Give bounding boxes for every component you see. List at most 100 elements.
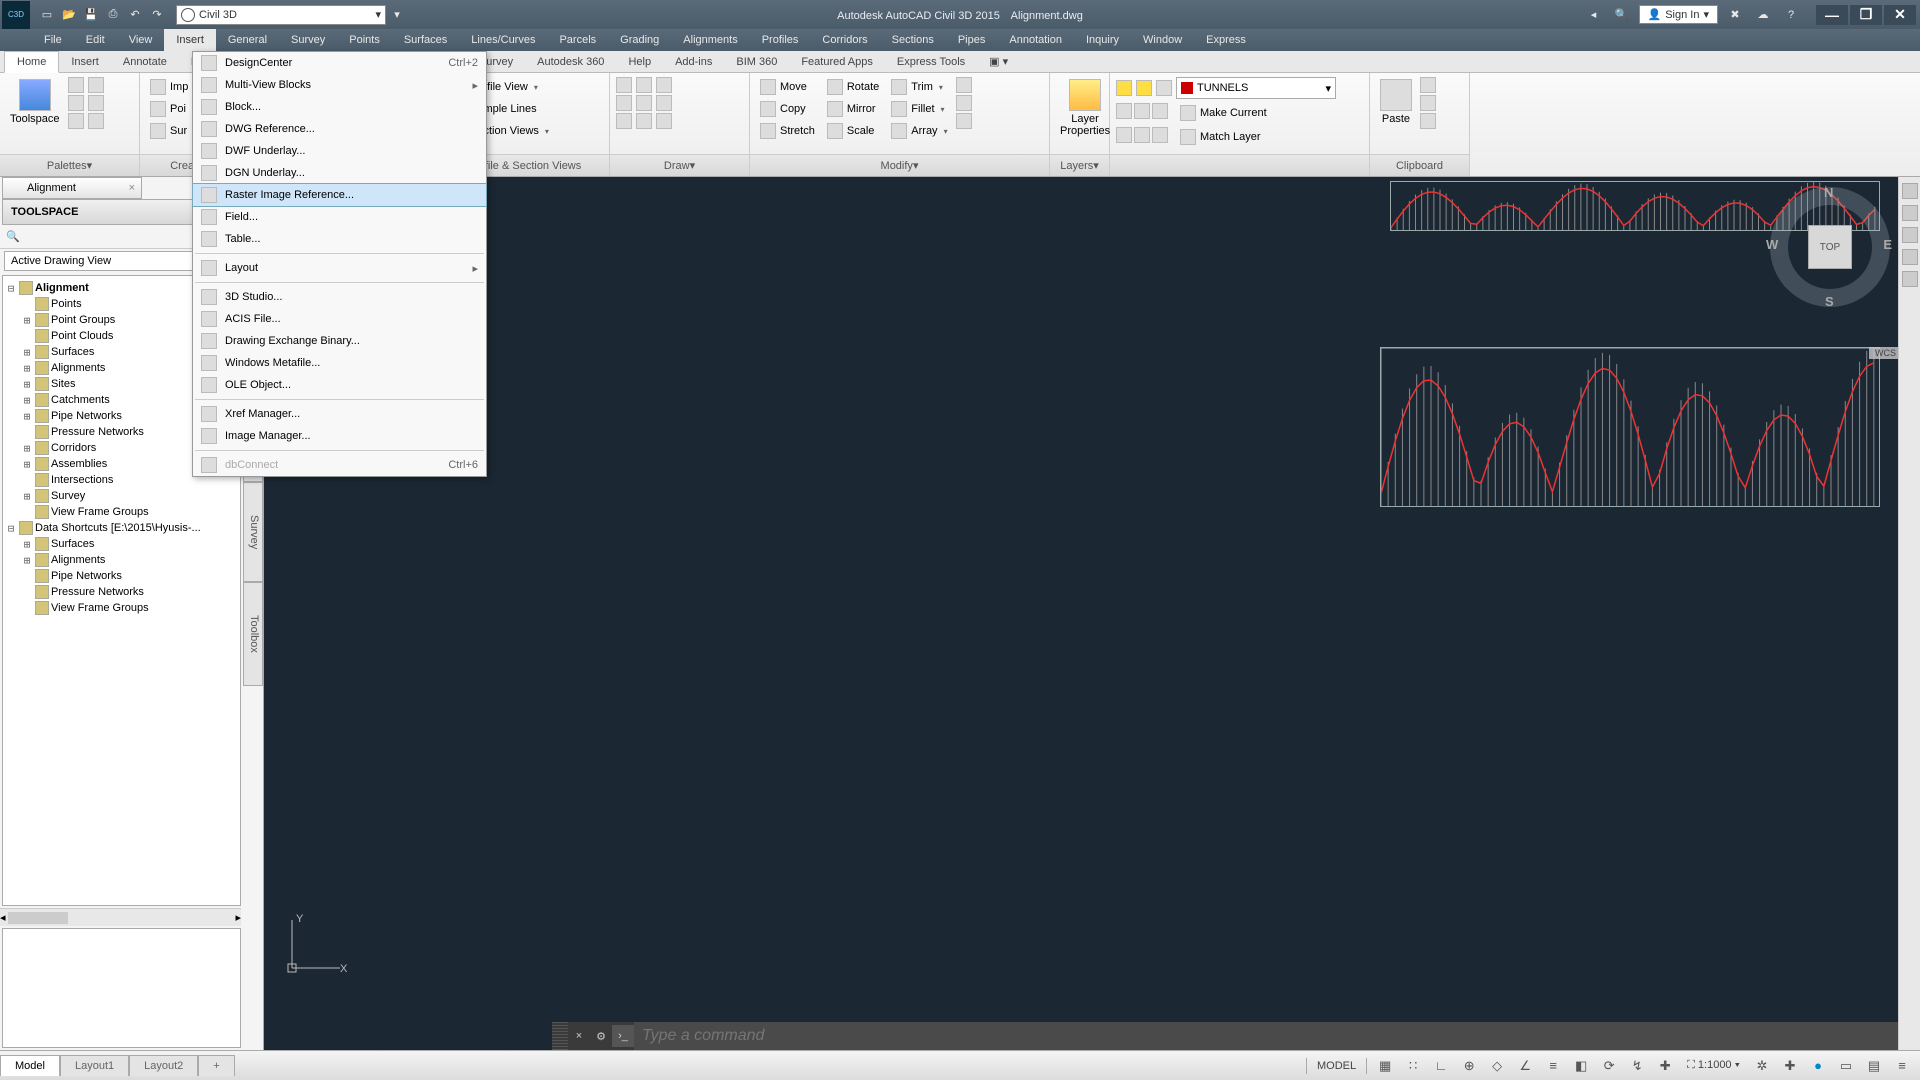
viewcube[interactable]: TOP N S E W — [1770, 187, 1890, 307]
menu-alignments[interactable]: Alignments — [671, 29, 749, 51]
menu-item-layout[interactable]: Layout▸ — [193, 257, 486, 279]
lineweight-icon[interactable]: ≡ — [1543, 1056, 1563, 1076]
hatch-icon[interactable] — [656, 95, 672, 111]
viewcube-n[interactable]: N — [1824, 185, 1833, 200]
toolspace-button[interactable]: Toolspace — [6, 77, 64, 127]
move-button[interactable]: Move — [756, 77, 819, 97]
menu-item-imagemanager[interactable]: Image Manager... — [193, 425, 486, 447]
array-button[interactable]: Array▾ — [887, 121, 951, 141]
menu-surfaces[interactable]: Surfaces — [392, 29, 459, 51]
cmd-config-icon[interactable]: ⚙ — [590, 1025, 612, 1047]
expand-icon[interactable]: ⊟ — [5, 282, 17, 295]
annotation-scale[interactable]: ⛶ 1:1000 ▾ — [1683, 1059, 1744, 1072]
tree-node[interactable]: ⊟Data Shortcuts [E:\2015\Hyusis-... — [5, 520, 238, 536]
close-button[interactable]: ✕ — [1884, 5, 1916, 25]
menu-sections[interactable]: Sections — [880, 29, 946, 51]
match-props-icon[interactable] — [1420, 113, 1436, 129]
menu-item-xrefmanager[interactable]: Xref Manager... — [193, 403, 486, 425]
expand-icon[interactable]: ⊞ — [21, 490, 33, 503]
menu-points[interactable]: Points — [337, 29, 392, 51]
ribbon-tab-insert[interactable]: Insert — [59, 51, 111, 72]
menu-file[interactable]: File — [32, 29, 74, 51]
offset-icon[interactable] — [956, 113, 972, 129]
ellipse-icon[interactable] — [636, 113, 652, 129]
showmotion-icon[interactable] — [1902, 271, 1918, 287]
toolspace-search-icon[interactable]: 🔍 — [6, 230, 20, 243]
create-importsurveydata-button[interactable]: Imp — [146, 77, 192, 97]
tab-survey[interactable]: Survey — [243, 482, 263, 582]
ribbon-tab-featuredapps[interactable]: Featured Apps — [789, 51, 885, 72]
menu-window[interactable]: Window — [1131, 29, 1194, 51]
rect-icon[interactable] — [636, 95, 652, 111]
draw-panel-title[interactable]: Draw ▾ — [610, 154, 749, 176]
infocenter-icon[interactable]: ◂ — [1583, 4, 1605, 26]
tree-node[interactable]: ⊞Alignments — [5, 552, 238, 568]
tree-scrollbar[interactable]: ◂▸ — [0, 908, 241, 926]
menu-pipes[interactable]: Pipes — [946, 29, 998, 51]
undo-icon[interactable]: ↶ — [124, 4, 146, 26]
minimize-button[interactable]: — — [1816, 5, 1848, 25]
ortho-toggle-icon[interactable]: ∟ — [1431, 1056, 1451, 1076]
menu-item-designcenter[interactable]: DesignCenterCtrl+2 — [193, 52, 486, 74]
make-current-button[interactable]: Make Current — [1176, 103, 1271, 123]
menu-item-drawingexchangebinary[interactable]: Drawing Exchange Binary... — [193, 330, 486, 352]
layout-tab-1[interactable]: Layout1 — [60, 1055, 129, 1076]
polar-toggle-icon[interactable]: ⊕ — [1459, 1056, 1479, 1076]
menu-item-rasterimagereference[interactable]: Raster Image Reference... — [192, 183, 487, 207]
tree-node[interactable]: Pipe Networks — [5, 568, 238, 584]
ribbon-tab-more[interactable]: ▣ ▾ — [977, 51, 1020, 72]
cycling-icon[interactable]: ⟳ — [1599, 1056, 1619, 1076]
ribbon-tab-autodesk360[interactable]: Autodesk 360 — [525, 51, 616, 72]
menu-item-block[interactable]: Block... — [193, 96, 486, 118]
expand-icon[interactable]: ⊞ — [21, 362, 33, 375]
expand-icon[interactable]: ⊞ — [21, 314, 33, 327]
explode-icon[interactable] — [956, 95, 972, 111]
rotate-button[interactable]: Rotate — [823, 77, 883, 97]
layer-tool-6[interactable] — [1152, 127, 1168, 143]
isolate-icon[interactable]: ✚ — [1780, 1056, 1800, 1076]
drawing-viewport[interactable]: TOP N S E W WCS Y X × ⚙ ›_ — [264, 177, 1920, 1050]
menu-item-dwgreference[interactable]: DWG Reference... — [193, 118, 486, 140]
expand-icon[interactable]: ⊟ — [5, 522, 17, 535]
osnap-toggle-icon[interactable]: ◇ — [1487, 1056, 1507, 1076]
hardware-icon[interactable]: ● — [1808, 1056, 1828, 1076]
tree-node[interactable]: ⊞Survey — [5, 488, 238, 504]
ribbon-tab-home[interactable]: Home — [4, 51, 59, 73]
menu-item-field[interactable]: Field... — [193, 206, 486, 228]
layer-tool-2[interactable] — [1134, 103, 1150, 119]
menu-item-dstudio[interactable]: 3D Studio... — [193, 286, 486, 308]
create-points-button[interactable]: Poi — [146, 99, 192, 119]
menu-item-multiviewblocks[interactable]: Multi-View Blocks▸ — [193, 74, 486, 96]
cmd-drag-handle[interactable] — [552, 1022, 568, 1050]
autodesk360-icon[interactable]: ☁ — [1752, 4, 1774, 26]
viewcube-e[interactable]: E — [1883, 237, 1892, 252]
match-layer-button[interactable]: Match Layer — [1176, 127, 1265, 147]
menu-general[interactable]: General — [216, 29, 279, 51]
mirror-button[interactable]: Mirror — [823, 99, 883, 119]
expand-icon[interactable]: ⊞ — [21, 410, 33, 423]
lock-icon[interactable] — [1156, 80, 1172, 96]
workspace-combo[interactable]: Civil 3D ▾ — [176, 5, 386, 25]
workspace-dropdown-icon[interactable]: ▾ — [386, 4, 408, 26]
search-icon[interactable]: 🔍 — [1611, 4, 1633, 26]
tree-node[interactable]: View Frame Groups — [5, 600, 238, 616]
copy-button[interactable]: Copy — [756, 99, 819, 119]
palette-icon-2[interactable] — [68, 95, 84, 111]
layer-tool-4[interactable] — [1116, 127, 1132, 143]
dynucs-icon[interactable]: ↯ — [1627, 1056, 1647, 1076]
menu-linescurves[interactable]: Lines/Curves — [459, 29, 547, 51]
expand-icon[interactable]: ⊞ — [21, 458, 33, 471]
layout-tab-add[interactable]: + — [198, 1055, 234, 1076]
tray-icon[interactable]: ≡ — [1892, 1056, 1912, 1076]
otrack-toggle-icon[interactable]: ∠ — [1515, 1056, 1535, 1076]
redo-icon[interactable]: ↷ — [146, 4, 168, 26]
close-tab-icon[interactable]: × — [129, 182, 135, 194]
menu-profiles[interactable]: Profiles — [750, 29, 811, 51]
menu-item-acisfile[interactable]: ACIS File... — [193, 308, 486, 330]
exchange-icon[interactable]: ✖ — [1724, 4, 1746, 26]
modify-panel-title[interactable]: Modify ▾ — [750, 154, 1049, 176]
ribbon-tab-help[interactable]: Help — [616, 51, 663, 72]
point-icon[interactable] — [656, 113, 672, 129]
layout-tab-2[interactable]: Layout2 — [129, 1055, 198, 1076]
menu-express[interactable]: Express — [1194, 29, 1258, 51]
